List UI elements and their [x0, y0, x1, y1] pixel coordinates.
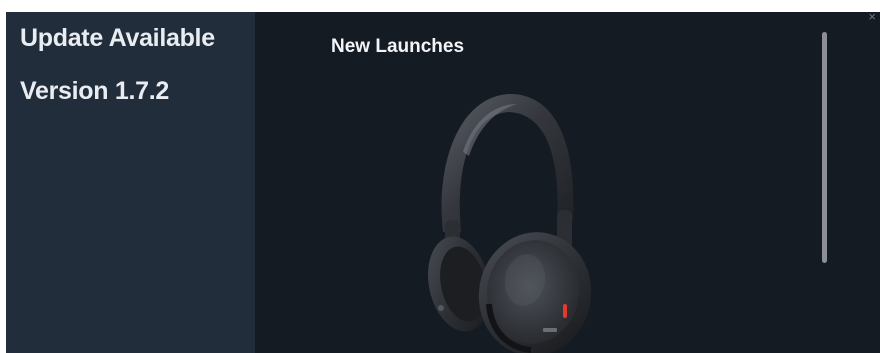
headphones-product-image[interactable] — [405, 82, 605, 353]
close-icon[interactable]: × — [868, 12, 876, 23]
new-launches-panel: New Launches × — [255, 12, 880, 353]
update-info-panel: Update Available Version 1.7.2 — [6, 12, 255, 353]
update-dialog: Update Available Version 1.7.2 New Launc… — [6, 12, 880, 353]
scrollbar-thumb[interactable] — [822, 32, 827, 263]
headphones-icon — [428, 94, 592, 353]
update-available-heading: Update Available — [20, 24, 215, 52]
new-launches-heading: New Launches — [331, 36, 465, 57]
version-label: Version 1.7.2 — [20, 77, 169, 105]
